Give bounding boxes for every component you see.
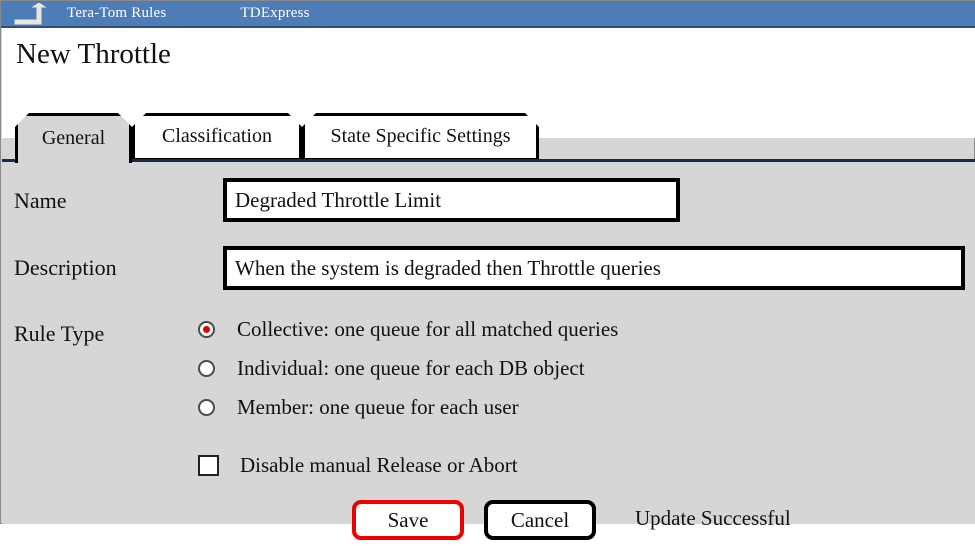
page-title: New Throttle	[16, 38, 171, 70]
tab-classification-label: Classification	[162, 124, 272, 147]
content-area: New Throttle General Classification Stat…	[2, 28, 975, 540]
radio-member-label: Member: one queue for each user	[237, 395, 519, 419]
checkbox-disable-manual-label: Disable manual Release or Abort	[240, 453, 518, 477]
cancel-button[interactable]: Cancel	[484, 500, 596, 540]
radio-option-collective[interactable]: Collective: one queue for all matched qu…	[198, 317, 618, 342]
tab-state-specific-settings-label: State Specific Settings	[330, 124, 511, 147]
tab-state-specific-settings[interactable]: State Specific Settings	[302, 113, 539, 161]
window-restore-icon[interactable]	[9, 2, 49, 25]
radio-individual-label: Individual: one queue for each DB object	[237, 356, 585, 380]
checkbox-disable-manual-icon[interactable]	[198, 455, 219, 476]
radio-option-member[interactable]: Member: one queue for each user	[198, 395, 519, 420]
tab-classification[interactable]: Classification	[132, 113, 302, 161]
radio-member-icon[interactable]	[198, 399, 215, 416]
tab-strip: General Classification State Specific Se…	[2, 113, 975, 161]
description-input[interactable]: When the system is degraded then Throttl…	[223, 246, 965, 290]
name-label: Name	[14, 188, 67, 213]
tab-general[interactable]: General	[15, 113, 132, 163]
radio-option-individual[interactable]: Individual: one queue for each DB object	[198, 356, 585, 381]
status-message: Update Successful	[635, 506, 791, 530]
radio-collective-label: Collective: one queue for all matched qu…	[237, 317, 619, 341]
application-window: Tera-Tom Rules TDExpress New Throttle Ge…	[0, 0, 975, 540]
title-bar: Tera-Tom Rules TDExpress	[1, 1, 975, 28]
radio-individual-icon[interactable]	[198, 360, 215, 377]
description-label: Description	[14, 255, 117, 280]
button-bar: Save Cancel Update Successful	[2, 500, 975, 546]
radio-collective-icon[interactable]	[198, 321, 215, 338]
window-system-name: TDExpress	[240, 5, 310, 21]
rule-type-label: Rule Type	[14, 321, 105, 346]
save-button[interactable]: Save	[352, 500, 464, 540]
name-input[interactable]: Degraded Throttle Limit	[223, 178, 680, 222]
form-body: Name Degraded Throttle Limit Description…	[2, 162, 975, 540]
window-app-name: Tera-Tom Rules	[67, 5, 167, 21]
tab-general-label: General	[41, 127, 106, 149]
disable-manual-release-checkbox-row[interactable]: Disable manual Release or Abort	[198, 453, 518, 478]
